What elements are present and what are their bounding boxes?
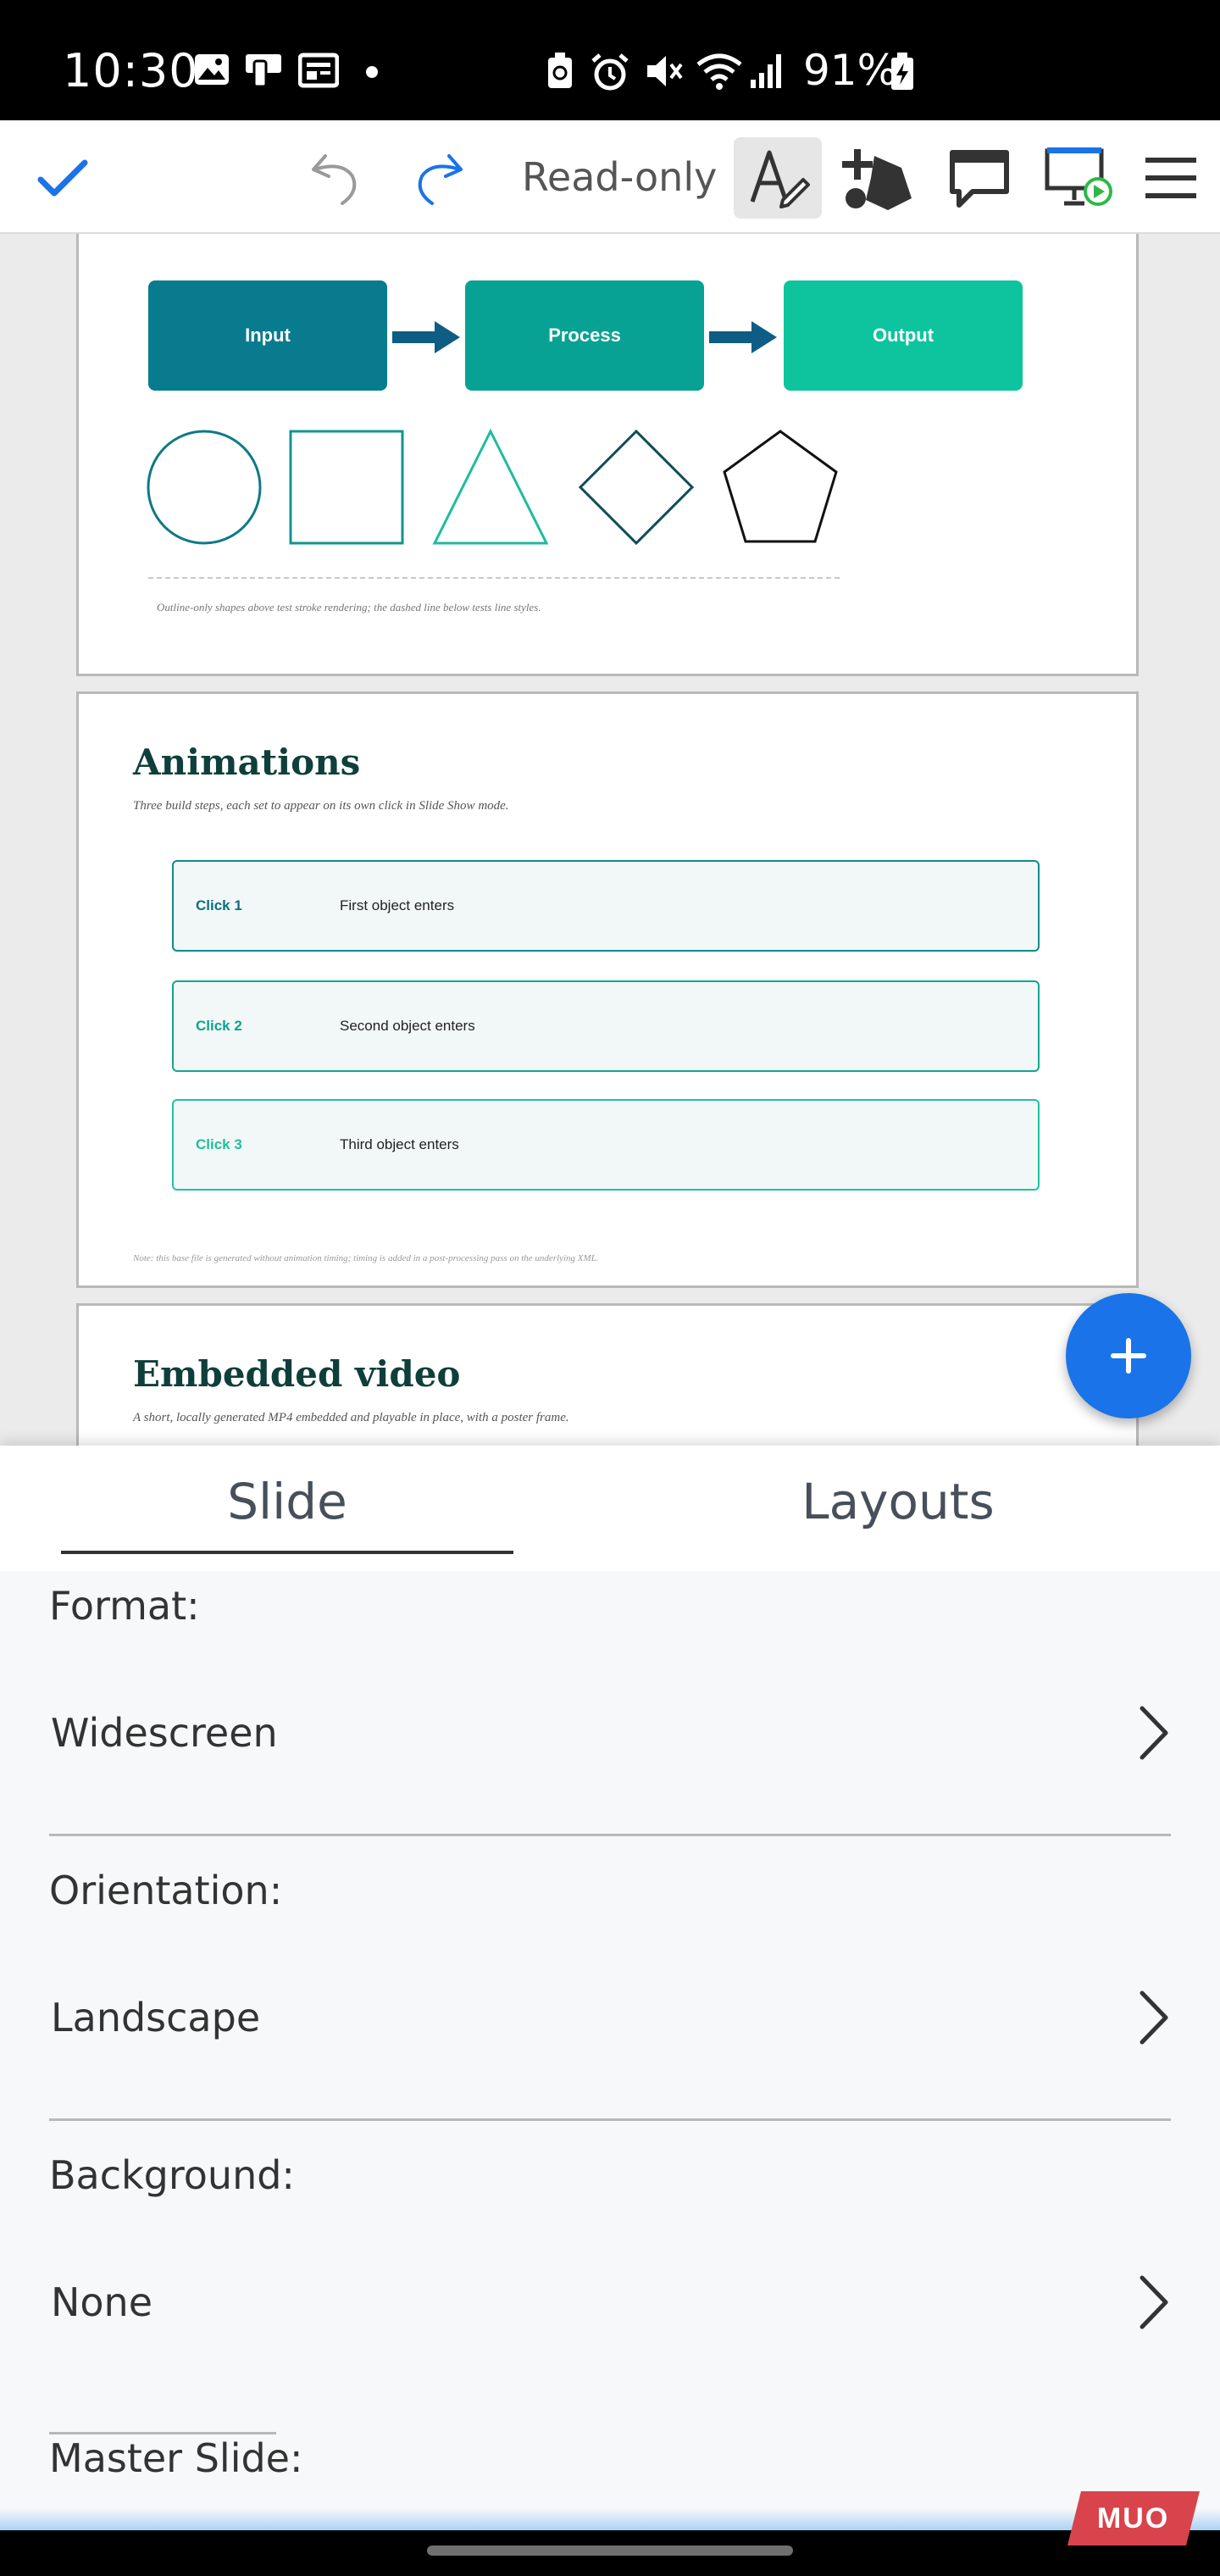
- divider: [49, 1834, 1171, 1836]
- click-step-label: Click 3: [196, 1136, 242, 1152]
- click-step-label: Click 1: [196, 897, 242, 913]
- format-label: Format:: [49, 1583, 200, 1629]
- battery-percentage: 91%: [803, 46, 898, 95]
- alarm-icon: [591, 53, 629, 91]
- tab-slide[interactable]: Slide: [61, 1473, 513, 1530]
- flow-box-output[interactable]: Output: [784, 280, 1023, 391]
- menu-button[interactable]: [1127, 137, 1215, 219]
- click-step-label: Click 2: [196, 1018, 242, 1034]
- watermark-text: MUO: [1097, 2501, 1170, 2534]
- muo-watermark-logo: MUO: [1068, 2491, 1200, 2545]
- battery-charging-icon: [891, 53, 913, 90]
- gallery-notification-icon: [195, 54, 229, 85]
- home-gesture-handle[interactable]: [427, 2545, 793, 2556]
- status-time: 10:30: [63, 44, 199, 97]
- outline-diamond: [578, 429, 695, 546]
- slide-subtitle: A short, locally generated MP4 embedded …: [133, 1411, 569, 1424]
- add-slide-fab[interactable]: [1066, 1293, 1191, 1418]
- divider: [49, 2432, 276, 2434]
- click-step-text: First object enters: [340, 897, 455, 913]
- more-notifications-dot-icon: [366, 66, 378, 78]
- click-step-text: Third object enters: [340, 1136, 459, 1152]
- master-slide-label: Master Slide:: [49, 2435, 303, 2481]
- redo-icon: [418, 154, 463, 205]
- mute-icon: [647, 56, 683, 86]
- flow-box-input[interactable]: Input: [148, 280, 387, 391]
- click-step-card[interactable]: Click 3 Third object enters: [172, 1099, 1040, 1191]
- flow-arrow-icon: [392, 321, 460, 353]
- chevron-right-icon: [1140, 1990, 1168, 2045]
- edit-mode-button[interactable]: [734, 137, 822, 219]
- insert-button[interactable]: [834, 137, 922, 219]
- tab-layouts[interactable]: Layouts: [669, 1473, 1127, 1530]
- outline-pentagon: [723, 430, 838, 543]
- click-step-card[interactable]: Click 2 Second object enters: [172, 980, 1040, 1072]
- bottom-glow: [0, 2508, 1220, 2530]
- background-selector[interactable]: None: [49, 2239, 1171, 2374]
- text-edit-pen-icon: [750, 150, 810, 208]
- outline-square: [289, 430, 404, 545]
- divider: [49, 2118, 1171, 2121]
- status-bar: 10:30 91%: [0, 0, 1220, 120]
- outline-shapes-row[interactable]: [147, 428, 875, 547]
- comment-icon: [950, 150, 1009, 208]
- dashed-line: [148, 577, 840, 579]
- slide-caption: Outline-only shapes above test stroke re…: [157, 601, 541, 613]
- slide-subtitle: Three build steps, each set to appear on…: [133, 799, 509, 813]
- format-selector[interactable]: Widescreen: [49, 1669, 1171, 1805]
- checkmark-icon: [37, 159, 88, 197]
- chevron-right-icon: [1140, 1706, 1168, 1760]
- slide-shapes[interactable]: Input Process Output Outline-only shapes…: [76, 234, 1139, 676]
- orientation-selector[interactable]: Landscape: [49, 1954, 1171, 2090]
- chevron-right-icon: [1140, 2275, 1168, 2329]
- signal-icon: [751, 54, 781, 88]
- slide-settings-panel: Slide Layouts Format: Widescreen Orienta…: [0, 1446, 1220, 2530]
- background-label: Background:: [49, 2152, 295, 2198]
- slide-embedded-video[interactable]: Embedded video A short, locally generate…: [76, 1303, 1139, 1446]
- outline-triangle: [432, 428, 549, 545]
- done-button[interactable]: [19, 137, 107, 219]
- wifi-icon: [696, 53, 742, 90]
- active-tab-indicator: [61, 1551, 513, 1554]
- app-toolbar: Read-only: [0, 120, 1220, 234]
- insert-shape-plus-icon: [842, 149, 912, 210]
- slide-title: Animations: [133, 741, 361, 783]
- undo-icon: [312, 154, 357, 205]
- orientation-label: Orientation:: [49, 1868, 283, 1913]
- battery-saver-icon: [548, 53, 572, 88]
- flow-box-process[interactable]: Process: [465, 280, 704, 391]
- slideshow-play-icon: [1045, 147, 1112, 206]
- news-notification-icon: [298, 53, 339, 88]
- slide-note: Note: this base file is generated withou…: [133, 1253, 599, 1263]
- slideshow-button[interactable]: [1035, 137, 1123, 219]
- background-value: None: [51, 2279, 153, 2325]
- read-only-label[interactable]: Read-only: [522, 154, 717, 200]
- format-value: Widescreen: [51, 1710, 278, 1756]
- click-step-card[interactable]: Click 1 First object enters: [172, 860, 1040, 952]
- click-step-text: Second object enters: [340, 1018, 475, 1034]
- slide-animations[interactable]: Animations Three build steps, each set t…: [76, 691, 1139, 1288]
- outline-circle: [147, 430, 262, 545]
- redo-button[interactable]: [395, 137, 483, 219]
- flow-arrow-icon: [709, 321, 777, 353]
- system-navigation-bar: [0, 2530, 1220, 2576]
- comments-button[interactable]: [935, 137, 1023, 219]
- slide-title: Embedded video: [133, 1353, 461, 1395]
- slide-canvas[interactable]: Input Process Output Outline-only shapes…: [0, 234, 1220, 1446]
- device-notification-icon: [246, 54, 281, 88]
- hamburger-menu-icon: [1145, 158, 1196, 198]
- undo-button[interactable]: [291, 137, 380, 219]
- plus-icon: [1111, 1338, 1146, 1374]
- panel-tabs: Slide Layouts: [0, 1446, 1220, 1571]
- orientation-value: Landscape: [51, 1995, 261, 2040]
